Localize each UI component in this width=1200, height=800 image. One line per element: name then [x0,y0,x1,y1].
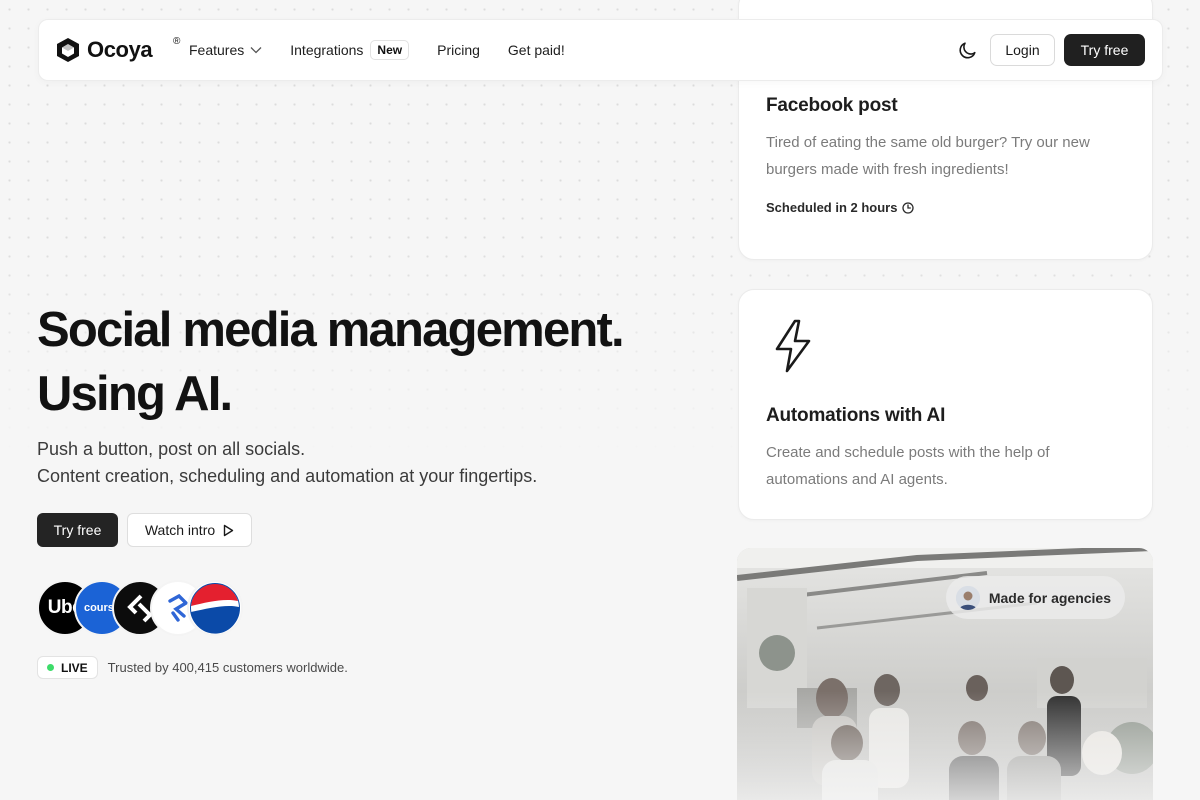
watch-intro-button[interactable]: Watch intro [127,513,252,547]
watch-intro-label: Watch intro [144,522,216,538]
hero-title: Social media management. Using AI. [37,298,625,426]
nav-integrations[interactable]: Integrations New [290,40,410,60]
hero-subtitle: Push a button, post on all socials. Cont… [37,436,537,490]
nav-pricing-label: Pricing [437,42,480,58]
nav-features-label: Features [189,42,245,58]
new-badge: New [370,40,410,60]
agency-badge-text: Made for agencies [988,589,1111,606]
scheduled-status: Scheduled in 2 hours [766,200,915,215]
nav-integrations-label: Integrations [290,42,364,58]
pepsi-logo [187,580,243,636]
nav-get-paid-label: Get paid! [507,42,565,58]
person-avatar-icon [955,585,980,610]
brand-logo[interactable]: Ocoya ® [56,36,180,63]
nav-try-free-button[interactable]: Try free [1064,34,1145,66]
trusted-customers-text: Trusted by 400,415 customers worldwide. [107,660,348,675]
lightning-bolt-icon [775,319,811,373]
live-dot-icon [47,664,54,671]
live-trust-row: LIVE Trusted by 400,415 customers worldw… [37,656,348,679]
nav-get-paid[interactable]: Get paid! [508,42,565,58]
top-navbar: Ocoya ® Features Integrations New Pricin… [38,19,1163,81]
cube-logo-icon [57,38,79,62]
dark-mode-moon-icon[interactable] [958,40,978,60]
avatar [955,585,980,610]
hero-subtitle-line-1: Push a button, post on all socials. [37,439,306,459]
nav-links: Features Integrations New Pricing Get pa… [189,20,593,80]
login-button[interactable]: Login [990,34,1055,66]
live-badge: LIVE [37,656,98,679]
nav-features[interactable]: Features [189,42,262,58]
agency-team-photo: Made for agencies [737,548,1153,800]
try-free-button[interactable]: Try free [37,513,118,547]
facebook-card-title: Facebook post [766,95,898,116]
automations-card: Automations with AI Create and schedule … [738,289,1153,520]
automations-card-body: Create and schedule posts with the help … [766,444,1050,488]
hero-title-line-1: Social media management. [37,303,625,357]
play-icon [223,524,234,536]
customer-logos: Ube course [37,580,247,636]
live-label: LIVE [61,660,88,675]
automations-card-title: Automations with AI [766,405,946,426]
pepsi-globe-icon [190,583,240,634]
nav-pricing[interactable]: Pricing [437,42,480,58]
facebook-card-body: Tired of eating the same old burger? Try… [766,134,1090,178]
clock-icon [902,201,915,214]
chevron-down-icon [250,47,262,54]
made-for-agencies-badge: Made for agencies [945,576,1125,619]
registered-mark: ® [173,36,181,47]
hero-subtitle-line-2: Content creation, scheduling and automat… [37,466,538,486]
scheduled-text: Scheduled in 2 hours [766,200,898,215]
hero-title-line-2: Using AI. [37,367,233,421]
brand-name: Ocoya [87,37,153,62]
